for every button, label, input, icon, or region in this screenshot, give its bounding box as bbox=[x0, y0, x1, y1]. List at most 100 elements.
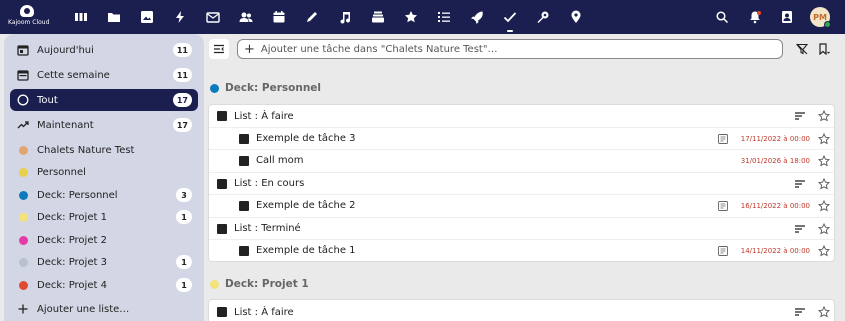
task-title: Exemple de tâche 3 bbox=[256, 133, 356, 144]
task-title: List : En cours bbox=[234, 178, 305, 189]
count-badge: 3 bbox=[176, 188, 192, 202]
sidebar-item-label: Personnel bbox=[37, 166, 86, 178]
star-icon bbox=[818, 306, 830, 318]
sidebar-item-label: Deck: Projet 1 bbox=[37, 211, 107, 223]
due-date: 16/11/2022 à 00:00 bbox=[740, 202, 810, 210]
sidebar-item-label: Aujourd'hui bbox=[37, 44, 94, 56]
add-task-input[interactable] bbox=[260, 43, 771, 55]
list-icon[interactable] bbox=[436, 9, 452, 25]
add-list-button[interactable]: Ajouter une liste… bbox=[10, 298, 198, 320]
task-checkbox[interactable] bbox=[217, 223, 227, 234]
list-color-dot bbox=[18, 190, 28, 200]
sidebar-item-deck-projet-2[interactable]: Deck: Projet 2 bbox=[10, 229, 198, 251]
search-icon[interactable] bbox=[714, 9, 730, 25]
toggle-sidebar-button[interactable] bbox=[209, 39, 229, 59]
list-color-dot bbox=[18, 235, 28, 245]
count-badge: 1 bbox=[176, 278, 192, 292]
filter-button[interactable] bbox=[792, 39, 812, 59]
add-task-field[interactable]: + bbox=[237, 39, 783, 59]
star-icon bbox=[818, 223, 830, 235]
brand-name: Kajoom Cloud bbox=[8, 19, 50, 26]
sidebar-item-all[interactable]: Tout 17 bbox=[10, 89, 198, 111]
sidebar-item-label: Deck: Projet 2 bbox=[37, 234, 107, 246]
section-header-deck-projet-1[interactable]: Deck: Projet 1 bbox=[210, 277, 309, 291]
music-icon[interactable] bbox=[337, 9, 353, 25]
due-date: 14/11/2022 à 00:00 bbox=[740, 247, 810, 255]
sidebar-item-deck-projet-4[interactable]: Deck: Projet 4 1 bbox=[10, 274, 198, 296]
task-row[interactable]: List : Terminé bbox=[209, 217, 834, 239]
task-checkbox[interactable] bbox=[217, 307, 227, 317]
task-checkbox[interactable] bbox=[217, 111, 227, 121]
sidebar-item-today[interactable]: Aujourd'hui 11 bbox=[10, 39, 198, 61]
deck-icon[interactable] bbox=[370, 9, 386, 25]
task-row[interactable]: Exemple de tâche 2 16/11/2022 à 00:00 bbox=[209, 194, 834, 216]
mail-icon[interactable] bbox=[205, 9, 221, 25]
tools-icon[interactable] bbox=[535, 9, 551, 25]
list-color-dot bbox=[18, 212, 28, 222]
star-icon bbox=[818, 133, 830, 145]
task-checkbox[interactable] bbox=[239, 245, 249, 256]
menu-collapse-icon bbox=[214, 44, 224, 54]
activity-icon[interactable] bbox=[172, 9, 188, 25]
task-checkbox[interactable] bbox=[239, 200, 249, 211]
task-title: Exemple de tâche 2 bbox=[256, 200, 356, 211]
note-icon bbox=[717, 201, 728, 211]
rocket-icon[interactable] bbox=[469, 9, 485, 25]
star-icon bbox=[818, 110, 830, 122]
sidebar-item-label: Cette semaine bbox=[37, 69, 110, 81]
task-title: List : Terminé bbox=[234, 223, 301, 234]
contacts-icon[interactable] bbox=[238, 9, 254, 25]
sort-icon bbox=[795, 112, 805, 120]
section-header-deck-personnel[interactable]: Deck: Personnel bbox=[210, 81, 321, 95]
calendar-week-icon bbox=[16, 68, 30, 82]
main-content: + Deck: Personnel List : À faire Exemple… bbox=[204, 34, 845, 321]
trend-icon bbox=[16, 118, 30, 132]
plus-icon bbox=[16, 302, 30, 316]
avatar[interactable]: PM bbox=[810, 7, 831, 28]
sidebar-item-deck-projet-3[interactable]: Deck: Projet 3 1 bbox=[10, 251, 198, 273]
list-color-dot bbox=[18, 145, 28, 155]
task-row[interactable]: List : À faire bbox=[209, 301, 834, 321]
sort-icon bbox=[795, 308, 805, 316]
photos-icon[interactable] bbox=[139, 9, 155, 25]
notifications-icon[interactable] bbox=[747, 9, 763, 25]
files-icon[interactable] bbox=[106, 9, 122, 25]
task-row[interactable]: Exemple de tâche 3 17/11/2022 à 00:00 bbox=[209, 127, 834, 149]
task-row[interactable]: List : À faire bbox=[209, 105, 834, 127]
maps-icon[interactable] bbox=[568, 9, 584, 25]
brand-logo[interactable]: Kajoom Cloud bbox=[8, 3, 50, 31]
sidebar-item-label: Tout bbox=[37, 94, 58, 106]
task-row[interactable]: Call mom 31/01/2026 à 18:00 bbox=[209, 149, 834, 171]
calendar-icon[interactable] bbox=[271, 9, 287, 25]
sidebar: Aujourd'hui 11 Cette semaine 11 Tout 17 … bbox=[4, 34, 204, 321]
sidebar-item-deck-personnel[interactable]: Deck: Personnel 3 bbox=[10, 184, 198, 206]
note-icon bbox=[717, 134, 728, 144]
circle-outline-icon bbox=[16, 93, 30, 107]
sidebar-item-deck-projet-1[interactable]: Deck: Projet 1 1 bbox=[10, 206, 198, 228]
task-row[interactable]: Exemple de tâche 1 14/11/2022 à 00:00 bbox=[209, 239, 834, 261]
count-badge: 11 bbox=[172, 43, 192, 57]
sort-menu-button[interactable] bbox=[814, 39, 834, 59]
task-checkbox[interactable] bbox=[217, 178, 227, 189]
online-status-dot bbox=[824, 21, 831, 28]
sidebar-item-now[interactable]: Maintenant 17 bbox=[10, 114, 198, 136]
tasks-icon[interactable] bbox=[502, 9, 518, 32]
sort-icon bbox=[795, 225, 805, 233]
count-badge: 17 bbox=[172, 93, 192, 107]
plus-icon: + bbox=[244, 41, 255, 57]
task-checkbox[interactable] bbox=[239, 155, 249, 166]
count-badge: 1 bbox=[176, 255, 192, 269]
section-color-dot bbox=[210, 83, 219, 93]
sidebar-item-personnel[interactable]: Personnel bbox=[10, 161, 198, 183]
dashboard-icon[interactable] bbox=[73, 9, 89, 25]
task-checkbox[interactable] bbox=[239, 133, 249, 144]
task-row[interactable]: List : En cours bbox=[209, 172, 834, 194]
sidebar-item-label: Deck: Projet 3 bbox=[37, 256, 107, 268]
notes-icon[interactable] bbox=[304, 9, 320, 25]
sidebar-item-this-week[interactable]: Cette semaine 11 bbox=[10, 64, 198, 86]
favorites-icon[interactable] bbox=[403, 9, 419, 25]
top-bar: Kajoom Cloud PM bbox=[0, 0, 845, 34]
due-date: 31/01/2026 à 18:00 bbox=[740, 157, 810, 165]
sidebar-item-chalets-nature-test[interactable]: Chalets Nature Test bbox=[10, 139, 198, 161]
contacts-menu-icon[interactable] bbox=[779, 9, 795, 25]
